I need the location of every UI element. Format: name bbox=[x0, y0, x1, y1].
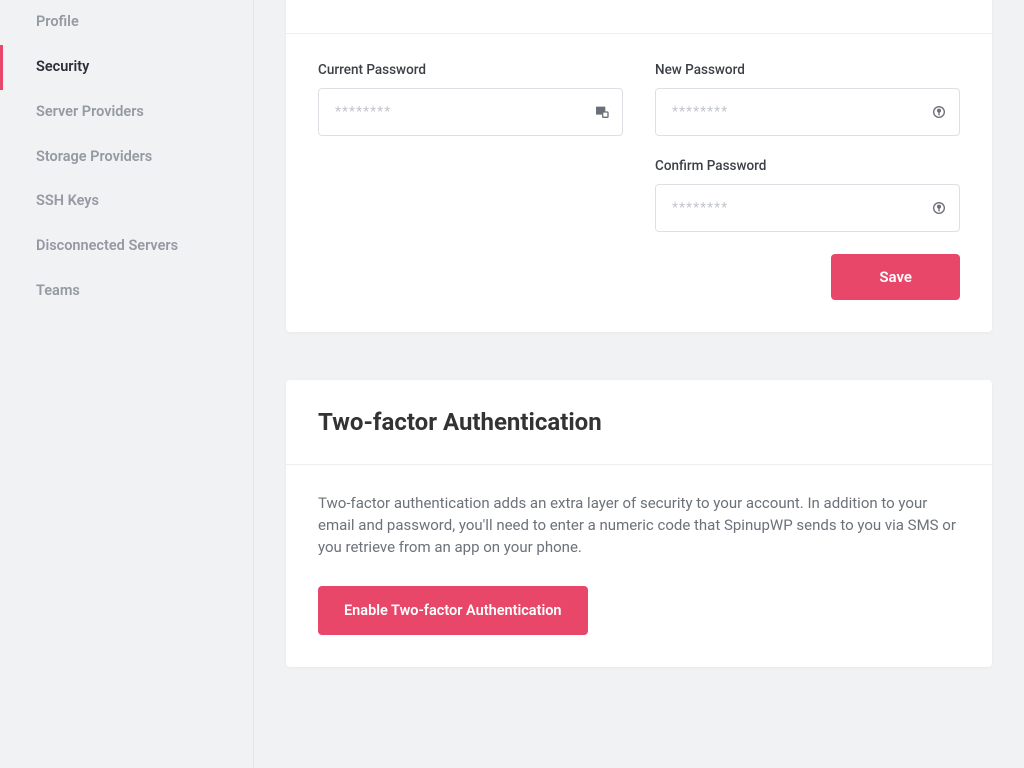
new-password-input[interactable] bbox=[655, 88, 960, 136]
tfa-description: Two-factor authentication adds an extra … bbox=[318, 493, 960, 558]
sidebar-item-label: Security bbox=[36, 58, 89, 75]
sidebar-item-label: Profile bbox=[36, 13, 79, 30]
current-password-label: Current Password bbox=[318, 62, 623, 78]
new-password-group: New Password bbox=[655, 62, 960, 136]
current-password-input[interactable] bbox=[318, 88, 623, 136]
sidebar-item-profile[interactable]: Profile bbox=[0, 0, 253, 45]
sidebar-item-label: Teams bbox=[36, 282, 80, 299]
sidebar-item-teams[interactable]: Teams bbox=[0, 269, 253, 314]
sidebar-item-storage-providers[interactable]: Storage Providers bbox=[0, 135, 253, 180]
sidebar-item-label: SSH Keys bbox=[36, 192, 99, 209]
change-password-card: Current Password New Password bbox=[286, 0, 992, 332]
confirm-password-group: Confirm Password bbox=[655, 158, 960, 232]
suggest-password-icon bbox=[930, 199, 948, 217]
two-factor-card: Two-factor Authentication Two-factor aut… bbox=[286, 380, 992, 667]
main-content: Current Password New Password bbox=[254, 0, 1024, 768]
sidebar-item-label: Storage Providers bbox=[36, 148, 152, 165]
sidebar-item-ssh-keys[interactable]: SSH Keys bbox=[0, 179, 253, 224]
suggest-password-icon bbox=[930, 103, 948, 121]
card-header bbox=[286, 0, 992, 34]
enable-tfa-button[interactable]: Enable Two-factor Authentication bbox=[318, 586, 588, 635]
password-manager-icon bbox=[593, 103, 611, 121]
sidebar-item-security[interactable]: Security bbox=[0, 45, 253, 90]
current-password-group: Current Password bbox=[318, 62, 623, 136]
sidebar-item-disconnected-servers[interactable]: Disconnected Servers bbox=[0, 224, 253, 269]
card-header: Two-factor Authentication bbox=[286, 380, 992, 465]
card-title bbox=[318, 0, 960, 5]
sidebar-item-label: Server Providers bbox=[36, 103, 144, 120]
new-password-label: New Password bbox=[655, 62, 960, 78]
sidebar-item-server-providers[interactable]: Server Providers bbox=[0, 90, 253, 135]
confirm-password-label: Confirm Password bbox=[655, 158, 960, 174]
settings-sidebar: Profile Security Server Providers Storag… bbox=[0, 0, 254, 768]
card-title: Two-factor Authentication bbox=[318, 408, 960, 436]
confirm-password-input[interactable] bbox=[655, 184, 960, 232]
sidebar-item-label: Disconnected Servers bbox=[36, 237, 178, 254]
save-button[interactable]: Save bbox=[831, 254, 960, 300]
